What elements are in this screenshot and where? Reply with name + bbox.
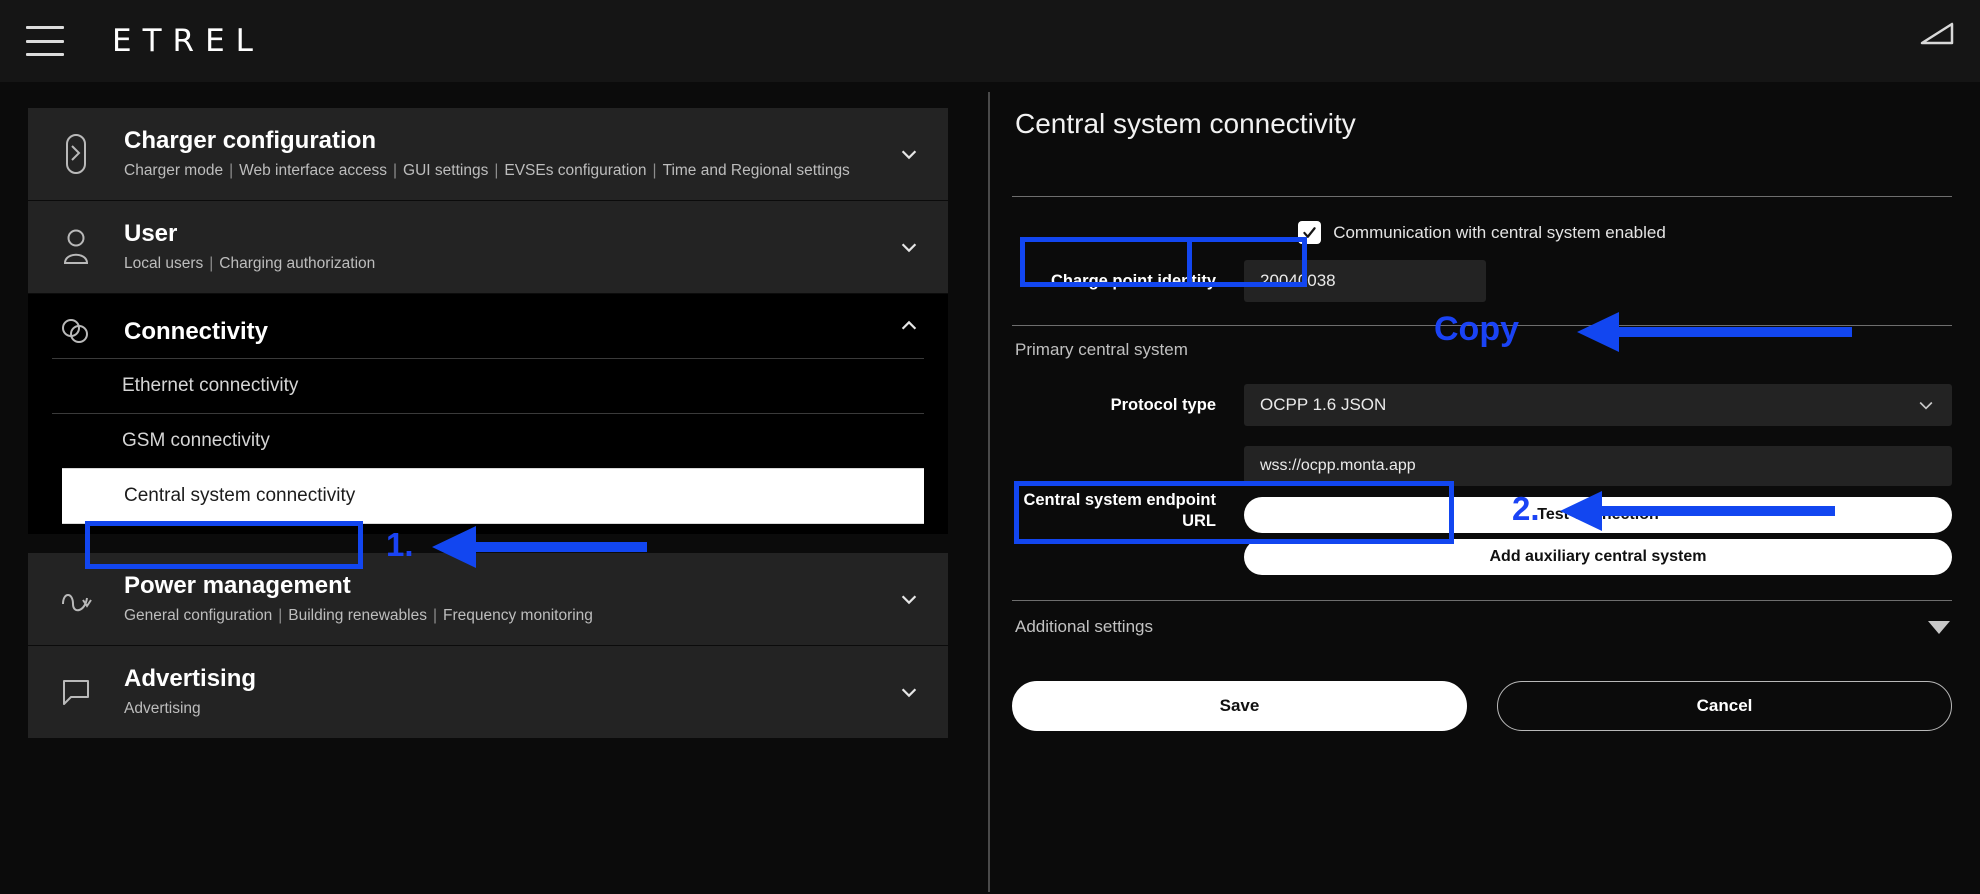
charge-point-identity-value[interactable]: 20040038 <box>1244 260 1486 302</box>
charge-point-identity-label: Charge point identity <box>1051 271 1216 290</box>
footer-buttons: Save Cancel <box>1012 681 1952 731</box>
test-connection-button[interactable]: Test connection <box>1244 497 1952 533</box>
save-button[interactable]: Save <box>1012 681 1467 731</box>
subitem-label: Charger mode <box>124 162 224 179</box>
endpoint-url-value[interactable]: wss://ocpp.monta.app <box>1244 446 1952 486</box>
signal-strength-icon <box>1920 22 1954 45</box>
separator: | <box>393 162 398 179</box>
page-title: Central system connectivity <box>1015 108 1356 139</box>
separator: | <box>432 607 438 624</box>
accordion-texts: User Local users | Charging authorization <box>124 219 948 275</box>
accordion-body: Ethernet connectivity GSM connectivity C… <box>28 358 948 534</box>
additional-settings-row[interactable]: Additional settings <box>1012 601 1952 637</box>
separator: | <box>209 255 214 272</box>
annotation-number-step1: 1. <box>386 526 414 563</box>
sidebar-section-power-management[interactable]: Power management General configuration | B… <box>28 553 948 646</box>
user-icon <box>28 227 124 267</box>
section-title: Charger configuration <box>124 127 377 154</box>
chevron-down-icon[interactable] <box>1916 395 1936 415</box>
separator: | <box>494 162 499 179</box>
connectivity-icon <box>28 316 124 348</box>
accordion-header[interactable]: Charger configuration Charger mode | Web i… <box>28 108 948 200</box>
section-subitems: Local users | Charging authorization <box>124 253 878 275</box>
triangle-down-icon[interactable] <box>1928 620 1950 634</box>
chevron-down-icon[interactable] <box>898 143 920 165</box>
section-title: Power management <box>124 572 351 599</box>
chevron-down-icon[interactable] <box>898 588 920 610</box>
subitem-label: Frequency monitoring <box>443 607 593 624</box>
accordion-header[interactable]: User Local users | Charging authorization <box>28 201 948 293</box>
accordion-texts: Advertising Advertising <box>124 664 948 720</box>
subitem-label: GUI settings <box>403 162 489 179</box>
separator: | <box>229 162 234 179</box>
subitem-label: Web interface access <box>239 162 388 179</box>
check-icon <box>1303 227 1316 238</box>
accordion-texts: Connectivity <box>124 317 948 347</box>
annotation-number-step2: 2. <box>1512 490 1540 527</box>
chevron-down-icon[interactable] <box>898 681 920 703</box>
endpoint-url-row: Central system endpoint URL wss://ocpp.m… <box>1012 446 1952 575</box>
brand-logo: ETREL <box>112 23 264 59</box>
subitem-label: Local users <box>124 255 204 272</box>
accordion-texts: Charger configuration Charger mode | Web i… <box>124 126 948 182</box>
subitem-label: Advertising <box>124 700 201 717</box>
hamburger-icon[interactable] <box>26 26 64 56</box>
protocol-type-row: Protocol type OCPP 1.6 JSON <box>1012 384 1952 426</box>
charge-point-identity-row: Charge point identity 20040038 <box>1012 260 1952 302</box>
accordion-header[interactable]: Connectivity <box>28 294 948 358</box>
sidebar-section-connectivity[interactable]: Connectivity Ethernet connectivity GSM c… <box>28 294 948 535</box>
section-subitems: Charger mode | Web interface access | GUI se… <box>124 160 878 182</box>
endpoint-url-label: Central system endpoint URL <box>1023 490 1216 530</box>
charger-plug-icon <box>28 132 124 176</box>
endpoint-url-right-col: wss://ocpp.monta.app Test connection Add… <box>1244 446 1952 575</box>
add-auxiliary-central-system-button[interactable]: Add auxiliary central system <box>1244 539 1952 575</box>
main-panel: Central system connectivity Communicatio… <box>1012 108 1952 731</box>
speech-bubble-icon <box>28 677 124 707</box>
section-title: User <box>124 220 178 247</box>
sidebar-item-gsm-connectivity[interactable]: GSM connectivity <box>52 413 924 468</box>
power-wave-icon <box>28 584 124 614</box>
sidebar-item-ethernet-connectivity[interactable]: Ethernet connectivity <box>52 358 924 413</box>
protocol-type-value: OCPP 1.6 JSON <box>1260 395 1387 414</box>
accordion-header[interactable]: Power management General configuration | B… <box>28 553 948 645</box>
communication-enabled-checkbox[interactable] <box>1298 221 1322 244</box>
cancel-button[interactable]: Cancel <box>1497 681 1952 731</box>
separator: | <box>652 162 657 179</box>
sidebar-section-user[interactable]: User Local users | Charging authorization <box>28 201 948 294</box>
app-root: ETREL Charger configuration Charger mode <box>0 0 1980 894</box>
section-title: Connectivity <box>124 318 269 345</box>
accordion-texts: Power management General configuration | B… <box>124 571 948 627</box>
communication-enabled-label: Communication with central system enable… <box>1333 222 1666 242</box>
protocol-type-select[interactable]: OCPP 1.6 JSON <box>1244 384 1952 426</box>
sidebar: Charger configuration Charger mode | Web i… <box>28 108 948 739</box>
sidebar-section-advertising[interactable]: Advertising Advertising <box>28 646 948 739</box>
subitem-label: Building renewables <box>288 607 427 624</box>
communication-enabled-row[interactable]: Communication with central system enable… <box>1012 197 1952 250</box>
chevron-down-icon[interactable] <box>898 236 920 258</box>
top-bar: ETREL <box>0 0 1980 82</box>
section-subitems: General configuration | Building renewable… <box>124 605 878 627</box>
subitem-label: General configuration <box>124 607 273 624</box>
accordion-header[interactable]: Advertising Advertising <box>28 646 948 738</box>
separator: | <box>278 607 283 624</box>
section-title: Advertising <box>124 665 257 692</box>
chevron-up-icon[interactable] <box>898 315 920 337</box>
sidebar-section-charger-configuration[interactable]: Charger configuration Charger mode | Web i… <box>28 108 948 201</box>
panel-divider <box>988 92 990 892</box>
subitem-label: Time and Regional settings <box>662 162 850 179</box>
additional-settings-label: Additional settings <box>1015 617 1153 636</box>
annotation-copy-label: Copy <box>1434 310 1519 348</box>
subitem-label: Charging authorization <box>219 255 376 272</box>
protocol-type-label: Protocol type <box>1110 395 1216 414</box>
subitem-label: EVSEs configuration <box>504 162 647 179</box>
sidebar-item-central-system-connectivity[interactable]: Central system connectivity <box>62 468 924 524</box>
section-subitems: Advertising <box>124 698 878 720</box>
